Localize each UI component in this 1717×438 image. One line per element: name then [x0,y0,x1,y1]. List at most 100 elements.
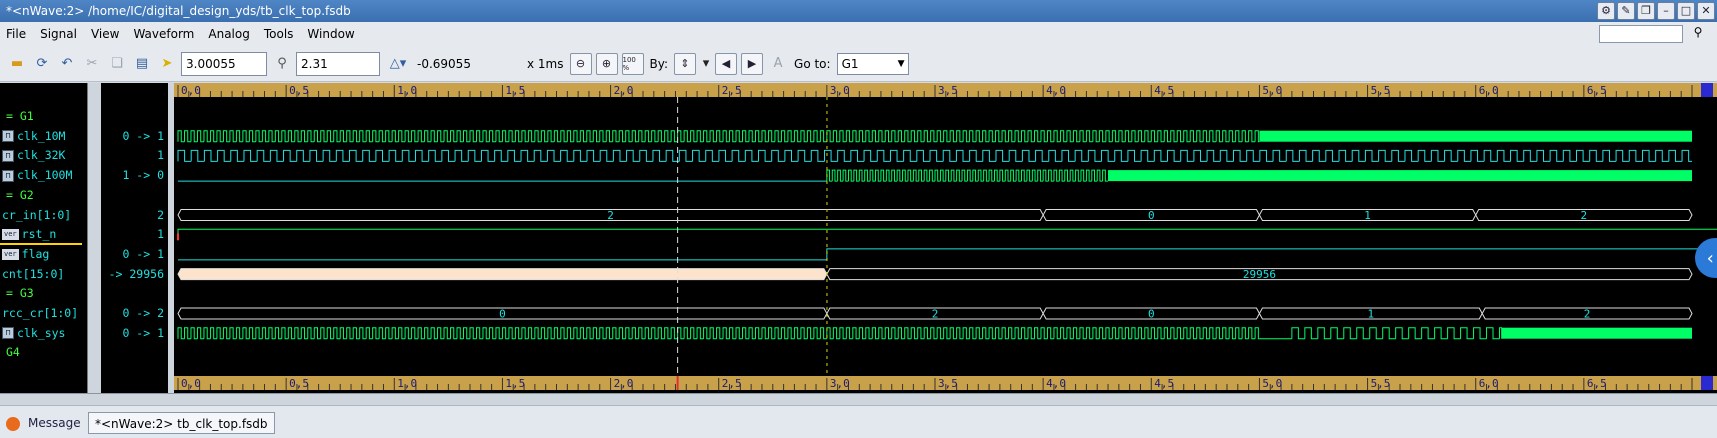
ruler-tick-label: 3,0 [830,84,850,97]
goto-value: G1 [841,56,859,71]
signal-group[interactable]: G4 [6,343,20,361]
search-prev-icon[interactable]: ◀ [715,52,738,75]
annotate-icon[interactable]: A [767,53,789,75]
reload-icon[interactable]: ⟳ [31,53,53,75]
rcc-cr-value-label: 0 [499,308,506,321]
delta-value: -0.69055 [417,56,471,71]
nwave-tab-label: *<nWave:2> tb_clk_top.fsdb [95,417,268,431]
rcc-cr-value-label: 1 [1368,308,1375,321]
rst-n-wave [177,228,1717,241]
clk-100m-wave-solid [1108,170,1692,182]
signal-name-label: cnt[15:0] [2,266,65,281]
clk-sys-wave-slow [1291,327,1503,340]
ruler-tick-label: 0,5 [289,84,309,97]
menu-search-area: ⚲ [1599,25,1709,43]
menu-tools[interactable]: Tools [264,27,294,41]
clk-sys-wave-fast [177,327,1260,340]
menu-waveform[interactable]: Waveform [133,27,194,41]
undo-icon[interactable]: ↶ [56,53,78,75]
signal-name[interactable]: ⊓ clk_sys [2,324,65,342]
verilog-tag-icon: ver [2,248,19,260]
goto-select[interactable]: G1 ▼ [836,52,909,75]
signal-value: 1 [157,148,164,163]
menu-signal[interactable]: Signal [40,27,77,41]
ruler-tick-label: 0,0 [181,377,201,390]
menu-file[interactable]: File [6,27,26,41]
window-controls: ⚙ ✎ ❐ – □ ✕ [1597,2,1715,20]
marker-time-field[interactable]: 2.31 [296,51,380,76]
signal-name[interactable]: rcc_cr[1:0] [2,304,78,322]
signal-name-label: = G2 [6,187,34,202]
ruler-tick-label: 6,0 [1479,377,1499,390]
signal-name[interactable]: cr_in[1:0] [2,206,71,224]
maximize-icon[interactable]: □ [1677,2,1695,20]
zoom-fit-icon[interactable]: 100 % [621,52,644,75]
signal-name-pane[interactable]: = G1 ⊓ clk_10M ⊓ clk_32K ⊓ clk_100M = G2 cr_in[1… [0,83,86,393]
minimize-icon[interactable]: – [1657,2,1675,20]
ruler-scroll-thumb [1701,83,1713,97]
signal-name[interactable]: ⊓ clk_10M [2,127,65,145]
restore-icon[interactable]: ❐ [1637,2,1655,20]
name-pane-scrollbar[interactable] [87,83,101,393]
pin-icon[interactable]: ✎ [1617,2,1635,20]
menubar: File Signal View Waveform Analog Tools W… [0,22,1717,46]
ruler-tick-label: 5,0 [1262,84,1282,97]
signal-name-label: = G3 [6,286,34,301]
cut-icon[interactable]: ✂ [81,53,103,75]
zoom-in-icon[interactable]: ⊕ [595,52,618,75]
signal-group[interactable]: = G3 [6,284,34,302]
ruler-tick-label: 4,0 [1046,377,1066,390]
signal-name[interactable]: ver flag [2,245,49,263]
signal-group[interactable]: = G2 [6,186,34,204]
rcc-cr-value-label: 2 [1584,308,1591,321]
signal-value: 2 [157,207,164,222]
waveform-pane[interactable]: 0,0 0,5 1,0 1,5 2,0 2,5 3,0 3,5 4,0 4,5 5,0 5,5 6,0 6… [174,83,1717,393]
message-tab[interactable]: Message [0,412,87,434]
signal-name-label: G4 [6,345,20,360]
nwave-tab[interactable]: *<nWave:2> tb_clk_top.fsdb [88,412,275,434]
cursor-time-field[interactable]: 3.00055 [181,51,267,76]
cnt-segment [177,268,828,281]
delta-icon[interactable]: △▾ [384,53,412,75]
waveform-canvas[interactable]: 0,0 0,5 1,0 1,5 2,0 2,5 3,0 3,5 4,0 4,5 5,0 5,5 6,0 6… [174,83,1717,393]
paste-icon[interactable]: ▤ [131,53,153,75]
statusbar: Message *<nWave:2> tb_clk_top.fsdb [0,405,1717,438]
cursor-pointer-icon[interactable]: ➤ [156,53,178,75]
ruler-tick-label: 6,0 [1479,84,1499,97]
ruler-tick-label: 2,5 [722,84,742,97]
cnt-value-label: 29956 [1243,268,1276,281]
signal-group[interactable]: = G1 [6,107,34,125]
search-next-icon[interactable]: ▶ [741,52,764,75]
signal-name[interactable]: cnt[15:0] [2,265,64,283]
marker-icon[interactable]: ⚲ [271,53,293,75]
ruler-tick-label: 3,5 [938,377,958,390]
search-icon[interactable]: ⚲ [1687,25,1709,43]
ruler-tick-label: 6,5 [1587,377,1607,390]
menu-window[interactable]: Window [307,27,354,41]
close-icon[interactable]: ✕ [1697,2,1715,20]
horizontal-scrollbar[interactable] [0,393,1717,405]
signal-name-label: rst_n [21,227,57,242]
settings-icon[interactable]: ⚙ [1597,2,1615,20]
copy-icon[interactable]: ❏ [106,53,128,75]
signal-value-pane[interactable]: 0 -> 1 1 1 -> 0 2 1 0 -> 1 -> 29956 0 -> 2 0 -> … [102,83,168,393]
signal-name[interactable]: ⊓ clk_100M [2,166,72,184]
goto-label: Go to: [794,56,831,71]
signal-name-label: cr_in[1:0] [2,207,72,222]
rcc-cr-value-label: 0 [1148,308,1155,321]
clock-icon: ⊓ [2,130,14,143]
search-input[interactable] [1599,25,1683,43]
menu-analog[interactable]: Analog [208,27,249,41]
open-folder-icon[interactable]: ▬ [6,53,28,75]
signal-name-label: clk_32K [17,148,66,163]
clock-icon: ⊓ [2,149,14,162]
zoom-out-icon[interactable]: ⊖ [569,52,592,75]
by-label: By: [649,56,669,71]
ruler-tick-label: 5,0 [1262,377,1282,390]
ruler-tick-label: 2,5 [722,377,742,390]
search-by-icon[interactable]: ⇕ [674,52,697,75]
signal-name[interactable]: ver rst_n [2,225,56,243]
signal-name[interactable]: ⊓ clk_32K [2,146,65,164]
menu-view[interactable]: View [91,27,119,41]
by-dropdown-icon[interactable]: ▾ [700,53,712,75]
